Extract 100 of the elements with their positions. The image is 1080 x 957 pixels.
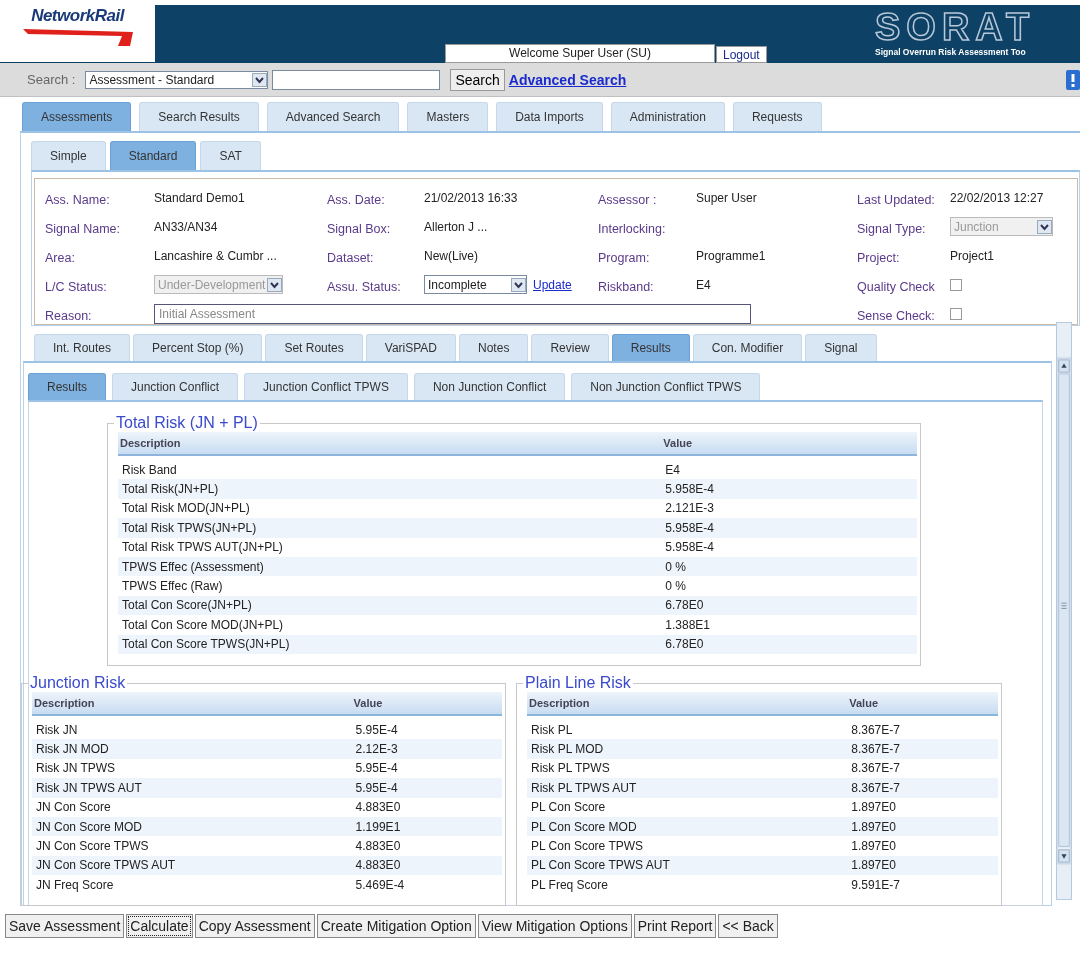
table-cell: 8.367E-7 — [847, 739, 998, 759]
table-cell: Total Risk TPWS(JN+PL) — [118, 518, 662, 538]
column-header: Description — [527, 692, 848, 715]
tab[interactable]: Advanced Search — [266, 102, 400, 131]
action-button[interactable]: Create Mitigation Option — [316, 914, 476, 938]
field-value: Allerton J ... — [424, 219, 488, 234]
table-cell: Risk PL MOD — [527, 739, 848, 759]
tab[interactable]: Review — [531, 334, 609, 361]
tab[interactable]: Int. Routes — [34, 334, 131, 361]
table-cell: 2.121E-3 — [661, 498, 917, 519]
logout-button[interactable]: Logout — [716, 46, 767, 63]
action-button[interactable]: << Back — [718, 914, 778, 938]
tab[interactable]: Results — [611, 334, 690, 361]
table-cell: 1.897E0 — [847, 797, 998, 817]
field-label: Dataset: — [327, 249, 374, 267]
table-cell: 5.958E-4 — [661, 479, 917, 499]
action-button[interactable]: Print Report — [633, 914, 717, 938]
field-label: Signal Box: — [327, 220, 391, 238]
table-cell: JN Con Score TPWS — [32, 836, 352, 856]
tab[interactable]: Assessments — [22, 102, 132, 131]
table-cell: 1.897E0 — [847, 816, 998, 837]
tab[interactable]: SAT — [200, 141, 261, 170]
tab[interactable]: Signal — [805, 334, 877, 361]
field-label: Quality Check — [857, 278, 935, 296]
table-cell: JN Con Score TPWS AUT — [32, 855, 352, 876]
app-subtitle: Signal Overrun Risk Assessment Too — [875, 47, 1026, 57]
tab[interactable]: Requests — [732, 102, 822, 131]
tab[interactable]: Standard — [109, 141, 197, 170]
table-cell: Risk PL — [527, 715, 848, 740]
tab[interactable]: Set Routes — [265, 334, 363, 361]
tab[interactable]: Results — [28, 373, 106, 400]
field-label: Last Updated: — [857, 191, 935, 209]
tab[interactable]: Non Junction Conflict — [413, 373, 566, 400]
table-cell: 9.591E-7 — [847, 875, 998, 895]
tab[interactable]: Simple — [31, 141, 106, 170]
welcome-text: Welcome Super User (SU) — [445, 44, 715, 63]
table-cell: JN Freq Score — [32, 875, 352, 895]
search-field[interactable] — [272, 69, 441, 90]
field-value: 21/02/2013 16:33 — [424, 190, 518, 205]
table-cell: 5.95E-4 — [351, 758, 502, 779]
dropdown[interactable]: Assessment - Standard — [85, 70, 269, 89]
action-button[interactable]: Calculate — [126, 914, 193, 938]
action-button[interactable]: View Mitigation Options — [477, 914, 632, 938]
tab[interactable]: Junction Conflict TPWS — [244, 373, 408, 400]
field-label: Signal Type: — [857, 220, 926, 238]
section-title: Plain Line Risk — [524, 674, 632, 692]
checkbox[interactable] — [950, 278, 962, 291]
field-label: Ass. Name: — [45, 191, 110, 209]
field-value: Lancashire & Cumbr ... — [154, 248, 277, 263]
field-label: Signal Name: — [45, 220, 121, 238]
tab[interactable]: Non Junction Conflict TPWS — [571, 373, 761, 400]
tab[interactable]: Search Results — [139, 102, 259, 131]
action-button[interactable]: Copy Assessment — [194, 914, 315, 938]
field-value: 22/02/2013 12:27 — [950, 190, 1044, 205]
table-cell: PL Con Score — [527, 797, 848, 817]
table-cell: 1.897E0 — [847, 836, 998, 856]
tab[interactable]: Notes — [459, 334, 529, 361]
search-label: Search : — [27, 72, 76, 87]
caret-icon — [252, 72, 268, 87]
tab[interactable]: VariSPAD — [365, 334, 457, 361]
column-header: Value — [351, 692, 502, 715]
section-title: Junction Risk — [29, 674, 127, 692]
tab[interactable]: Junction Conflict — [112, 373, 239, 400]
table-cell: 6.78E0 — [661, 634, 917, 654]
tab[interactable]: Administration — [610, 102, 725, 131]
search-button[interactable]: Search — [450, 68, 505, 91]
table-cell: 8.367E-7 — [847, 778, 998, 798]
table-cell: 0 % — [661, 576, 917, 596]
dropdown[interactable]: Incomplete — [424, 275, 527, 294]
table-cell: Total Con Score(JN+PL) — [118, 595, 662, 616]
tab[interactable]: Data Imports — [496, 102, 603, 131]
table-cell: Total Risk(JN+PL) — [118, 479, 662, 499]
table-cell: TPWS Effec (Raw) — [118, 576, 662, 596]
checkbox[interactable] — [950, 307, 962, 320]
field-label: Interlocking: — [598, 220, 666, 238]
field-value: Programme1 — [696, 248, 766, 263]
table-cell: 0 % — [661, 556, 917, 577]
advanced-search-link[interactable]: Advanced Search — [508, 71, 627, 88]
action-button[interactable]: Save Assessment — [5, 914, 125, 938]
caret-icon — [1037, 219, 1052, 234]
section-title: Total Risk (JN + PL) — [115, 414, 259, 432]
field-label: Assessor : — [598, 191, 657, 209]
table-cell: Risk PL TPWS AUT — [527, 778, 848, 798]
table-cell: E4 — [661, 455, 917, 480]
table-cell: Total Risk TPWS AUT(JN+PL) — [118, 537, 662, 557]
tab[interactable]: Percent Stop (%) — [133, 334, 263, 361]
update-link[interactable]: Update — [533, 277, 572, 292]
tab[interactable]: Masters — [407, 102, 489, 131]
field-label: L/C Status: — [45, 278, 107, 296]
tab[interactable]: Con. Modifier — [692, 334, 803, 361]
table-cell: PL Freq Score — [527, 875, 848, 895]
table-cell: Total Risk MOD(JN+PL) — [118, 498, 662, 519]
table-cell: 8.367E-7 — [847, 758, 998, 779]
table-cell: Total Con Score TPWS(JN+PL) — [118, 634, 662, 654]
field-label: Area: — [45, 249, 75, 267]
table-cell: 4.883E0 — [351, 797, 502, 817]
table-cell: Risk Band — [118, 455, 662, 480]
field-value: E4 — [696, 277, 711, 292]
table-cell: Risk JN TPWS AUT — [32, 778, 352, 798]
table-cell: Risk JN — [32, 715, 352, 740]
